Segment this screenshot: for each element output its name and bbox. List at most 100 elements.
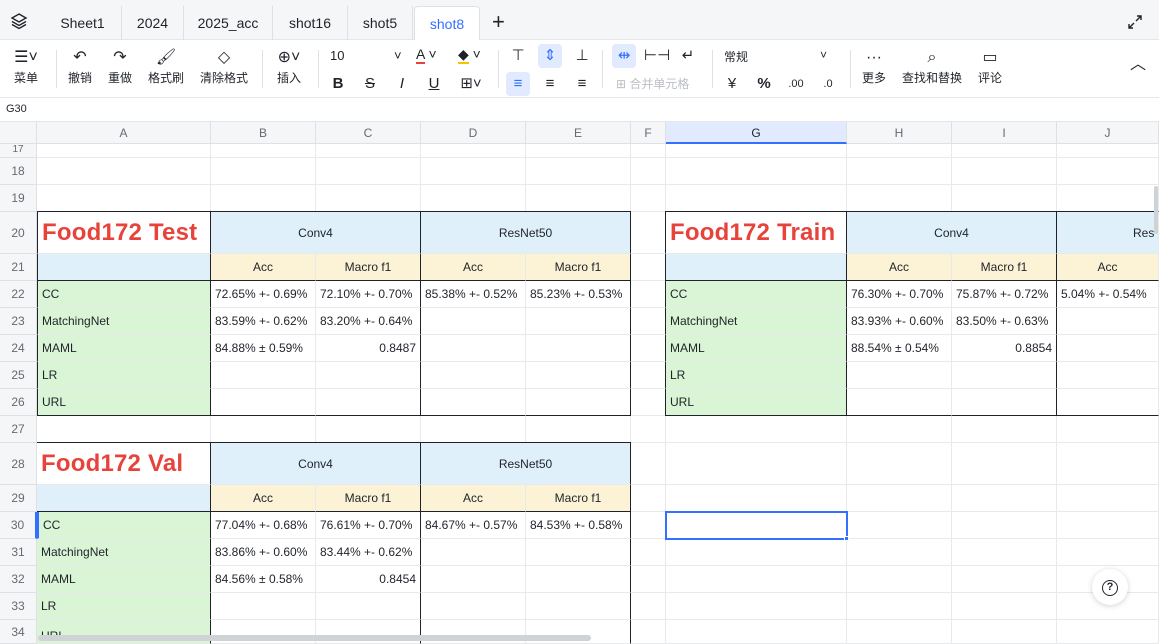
comment-button[interactable]: ▭ 评论	[974, 48, 1006, 86]
row-header-32[interactable]: 32	[0, 566, 37, 593]
row-header-29[interactable]: 29	[0, 485, 37, 512]
test-lr-conv4-acc[interactable]	[210, 362, 316, 389]
val-label-maml[interactable]: MAML	[37, 566, 211, 593]
row-header-21[interactable]: 21	[0, 254, 37, 281]
underline-icon[interactable]: U	[422, 72, 446, 96]
number-format-select[interactable]: 常规 ˅	[724, 48, 834, 65]
collapse-toolbar-icon[interactable]: ︿	[1130, 50, 1146, 74]
wrap-text-icon[interactable]: ↵	[676, 44, 700, 68]
percent-icon[interactable]: %	[752, 72, 776, 96]
train-matching-conv4-acc[interactable]: 83.93% +- 0.60%	[846, 308, 952, 335]
test-maml-conv4-macro[interactable]: 0.8487	[316, 335, 421, 362]
test-url-conv4-acc[interactable]	[210, 389, 316, 416]
col-header-j[interactable]: J	[1057, 122, 1159, 144]
val-conv4-macro[interactable]: Macro f1	[316, 485, 421, 512]
currency-icon[interactable]: ¥	[720, 72, 744, 96]
train-url-conv4-acc[interactable]	[846, 389, 952, 416]
insert-button[interactable]: ⊕˅ 插入	[270, 48, 308, 86]
test-corner[interactable]	[37, 254, 211, 281]
align-bottom-icon[interactable]: ⊥	[570, 44, 594, 68]
test-maml-resnet-acc[interactable]	[420, 335, 526, 362]
train-maml-conv4-macro[interactable]: 0.8854	[952, 335, 1057, 362]
val-lr-resnet-macro[interactable]	[526, 593, 631, 620]
val-conv4-header[interactable]: Conv4	[210, 442, 421, 485]
train-title[interactable]: Food172 Train	[665, 211, 847, 254]
val-lr-resnet-acc[interactable]	[420, 593, 526, 620]
col-header-i[interactable]: I	[952, 122, 1057, 144]
row-header-25[interactable]: 25	[0, 362, 37, 389]
test-matching-conv4-acc[interactable]: 83.59% +- 0.62%	[210, 308, 316, 335]
val-label-matchingnet[interactable]: MatchingNet	[37, 539, 211, 566]
decrease-decimal-icon[interactable]: .0	[816, 72, 840, 96]
val-resnet-acc[interactable]: Acc	[420, 485, 526, 512]
val-resnet50-header[interactable]: ResNet50	[420, 442, 631, 485]
val-maml-resnet-acc[interactable]	[420, 566, 526, 593]
train-cc-resnet-acc[interactable]: 5.04% +- 0.54%	[1056, 281, 1159, 308]
train-label-matchingnet[interactable]: MatchingNet	[665, 308, 847, 335]
train-url-resnet-acc[interactable]	[1056, 389, 1159, 416]
font-color-button[interactable]: A ˅	[416, 46, 437, 64]
wrap-clip-icon[interactable]: ⊢⊣	[644, 44, 670, 68]
val-conv4-acc[interactable]: Acc	[210, 485, 316, 512]
row-header-17[interactable]: 17	[0, 144, 37, 158]
val-matching-resnet-acc[interactable]	[420, 539, 526, 566]
val-label-cc[interactable]: CC	[37, 512, 211, 539]
row-header-30[interactable]: 30	[0, 512, 37, 539]
col-header-f[interactable]: F	[631, 122, 666, 144]
test-cc-conv4-acc[interactable]: 72.65% +- 0.69%	[210, 281, 316, 308]
row-header-18[interactable]: 18	[0, 158, 37, 185]
select-all-corner[interactable]	[0, 122, 37, 144]
test-label-maml[interactable]: MAML	[37, 335, 211, 362]
tab-2025-acc[interactable]: 2025_acc	[184, 6, 273, 40]
val-cc-conv4-acc[interactable]: 77.04% +- 0.68%	[210, 512, 316, 539]
menu-button[interactable]: ☰˅ 菜单	[6, 48, 46, 86]
test-resnet50-header[interactable]: ResNet50	[420, 211, 631, 254]
strikethrough-icon[interactable]: S	[358, 72, 382, 96]
bold-icon[interactable]: B	[326, 72, 350, 96]
train-conv4-macro[interactable]: Macro f1	[952, 254, 1057, 281]
train-lr-resnet-acc[interactable]	[1056, 362, 1159, 389]
col-header-b[interactable]: B	[211, 122, 316, 144]
train-resnet50-header[interactable]: Res	[1056, 211, 1159, 254]
row-header-23[interactable]: 23	[0, 308, 37, 335]
val-maml-conv4-acc[interactable]: 84.56% ± 0.58%	[210, 566, 316, 593]
val-corner[interactable]	[37, 485, 211, 512]
val-maml-resnet-macro[interactable]	[526, 566, 631, 593]
test-title[interactable]: Food172 Test	[37, 211, 211, 254]
col-header-h[interactable]: H	[847, 122, 952, 144]
test-resnet-acc[interactable]: Acc	[420, 254, 526, 281]
val-cc-resnet-macro[interactable]: 84.53% +- 0.58%	[526, 512, 631, 539]
test-conv4-acc[interactable]: Acc	[210, 254, 316, 281]
layers-icon[interactable]	[10, 12, 28, 30]
test-lr-conv4-macro[interactable]	[316, 362, 421, 389]
train-maml-conv4-acc[interactable]: 88.54% ± 0.54%	[846, 335, 952, 362]
test-url-resnet-acc[interactable]	[420, 389, 526, 416]
tab-shot16[interactable]: shot16	[273, 6, 348, 40]
expand-icon[interactable]	[1127, 14, 1143, 30]
test-lr-resnet-macro[interactable]	[526, 362, 631, 389]
row-header-28[interactable]: 28	[0, 443, 37, 485]
train-cc-conv4-acc[interactable]: 76.30% +- 0.70%	[846, 281, 952, 308]
train-conv4-acc[interactable]: Acc	[846, 254, 952, 281]
train-label-lr[interactable]: LR	[665, 362, 847, 389]
val-cc-conv4-macro[interactable]: 76.61% +- 0.70%	[316, 512, 421, 539]
more-button[interactable]: ··· 更多	[858, 48, 890, 86]
col-header-a[interactable]: A	[37, 122, 211, 144]
align-middle-icon[interactable]: ⇕	[538, 44, 562, 68]
test-label-cc[interactable]: CC	[37, 281, 211, 308]
wrap-overflow-icon[interactable]: ⇹	[612, 44, 636, 68]
train-resnet-acc[interactable]: Acc	[1056, 254, 1159, 281]
test-cc-resnet-macro[interactable]: 85.23% +- 0.53%	[526, 281, 631, 308]
train-label-maml[interactable]: MAML	[665, 335, 847, 362]
row-header-26[interactable]: 26	[0, 389, 37, 416]
fill-color-button[interactable]: ◆ ˅	[458, 46, 481, 64]
test-label-url[interactable]: URL	[37, 389, 211, 416]
selected-cell-g30[interactable]	[665, 511, 848, 540]
val-matching-conv4-macro[interactable]: 83.44% +- 0.62%	[316, 539, 421, 566]
train-lr-conv4-macro[interactable]	[952, 362, 1057, 389]
val-resnet-macro[interactable]: Macro f1	[526, 485, 631, 512]
tab-shot8[interactable]: shot8	[414, 6, 480, 40]
val-lr-conv4-acc[interactable]	[210, 593, 316, 620]
test-url-resnet-macro[interactable]	[526, 389, 631, 416]
borders-icon[interactable]: ⊞˅	[454, 72, 488, 96]
